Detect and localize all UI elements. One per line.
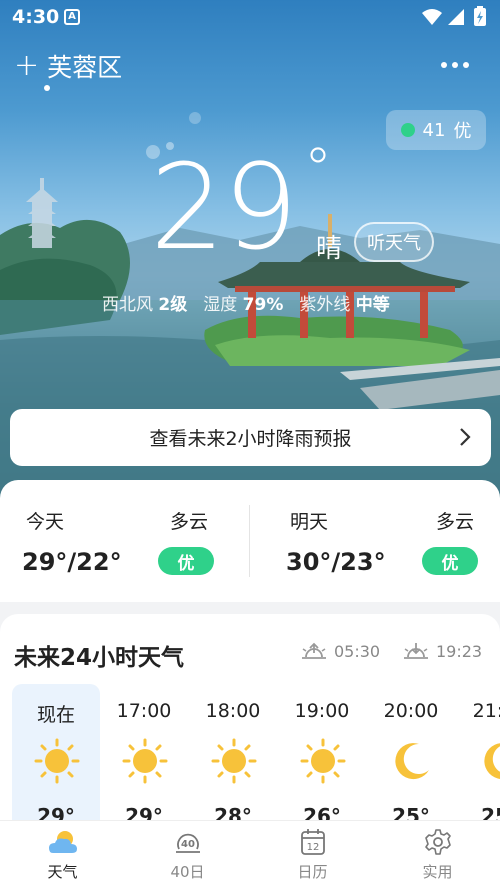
nav-item-calendar[interactable]: 12 日历 (250, 827, 375, 887)
hour-time: 19:00 (294, 700, 350, 722)
forty-day-icon: 40 (175, 833, 200, 853)
svg-text:12: 12 (306, 842, 319, 853)
status-bar: 4:30 A (0, 0, 500, 34)
hour-item[interactable]: 20:00 25° (367, 684, 455, 824)
today-summary[interactable]: 今天 多云 29°/22° 优 (0, 480, 250, 602)
nav-item-tools[interactable]: 实用 (375, 827, 500, 887)
notification-icon: A (64, 9, 80, 25)
sunrise-info: 05:30 (300, 641, 380, 661)
rain-forecast-label: 查看未来2小时降雨预报 (149, 428, 352, 450)
hourly-forecast-section: 未来24小时天气 05:30 19:23 现在 29° 17:00 29° 18… (0, 614, 500, 824)
nav-label: 日历 (297, 863, 328, 881)
wifi-icon (422, 9, 442, 25)
aqi-dot-icon (400, 123, 415, 137)
nav-label: 天气 (47, 863, 78, 881)
page-indicator-dot (44, 85, 50, 91)
battery-icon (474, 6, 486, 26)
hour-time: 20:00 (383, 700, 439, 722)
aqi-badge[interactable]: 41 优 (386, 110, 486, 150)
wind-direction: 西北风 (102, 295, 153, 315)
sunrise-icon (302, 642, 326, 659)
sunset-icon (404, 643, 428, 659)
location-selector[interactable]: + 芙蓉区 (14, 48, 122, 84)
day-name: 今天 (26, 511, 65, 533)
hour-item[interactable]: 21:00 25° (456, 684, 500, 824)
day-temp-range: 29°/22° (22, 548, 122, 576)
nav-item-40-days[interactable]: 40 40日 (125, 827, 250, 887)
svg-text:40: 40 (181, 839, 195, 850)
calendar-icon: 12 (300, 829, 325, 855)
sun-icon (122, 738, 168, 784)
system-status-icons (422, 6, 486, 26)
moon-icon (484, 743, 500, 779)
plus-icon[interactable]: + (14, 51, 39, 81)
hourly-title: 未来24小时天气 (14, 645, 185, 671)
day-weather: 多云 (436, 511, 475, 533)
day-aqi-badge: 优 (158, 547, 214, 575)
sun-icon (211, 738, 257, 784)
hour-item-now[interactable]: 现在 29° (12, 684, 100, 824)
daily-summary-card: 今天 多云 29°/22° 优 明天 多云 30°/23° 优 (0, 480, 500, 602)
listen-weather-button[interactable]: 听天气 (354, 222, 434, 262)
humidity-value: 79% (242, 295, 284, 315)
chevron-right-icon (460, 428, 471, 446)
degree-symbol: ° (304, 137, 332, 202)
current-condition: 晴 (316, 234, 343, 264)
hour-time: 现在 (36, 704, 75, 726)
humidity-label: 湿度 (203, 295, 238, 315)
status-time: 4:30 (12, 6, 60, 28)
hour-time: 18:00 (205, 700, 261, 722)
wind-level: 2级 (158, 295, 188, 315)
bottom-nav: 天气 40 40日 12 日历 实用 (0, 820, 500, 888)
uv-value: 中等 (355, 295, 390, 315)
day-divider (249, 505, 250, 577)
nav-item-weather[interactable]: 天气 (0, 827, 125, 887)
hour-time: 21:00 (472, 700, 500, 722)
hour-item[interactable]: 19:00 26° (278, 684, 366, 824)
hour-item[interactable]: 18:00 28° (189, 684, 277, 824)
moon-icon (395, 743, 429, 780)
hour-time: 17:00 (116, 700, 172, 722)
weather-details: 西北风 2级 湿度 79% 紫外线 中等 (102, 290, 390, 315)
more-dots-icon[interactable] (440, 60, 470, 70)
aqi-level: 优 (453, 121, 472, 142)
sunset-time: 19:23 (436, 641, 483, 661)
day-temp-range: 30°/23° (286, 548, 386, 576)
sunrise-time: 05:30 (334, 641, 381, 661)
tomorrow-summary[interactable]: 明天 多云 30°/23° 优 (250, 480, 500, 602)
rain-forecast-button[interactable]: 查看未来2小时降雨预报 (10, 409, 491, 466)
sun-icon (300, 738, 346, 784)
uv-label: 紫外线 (299, 295, 351, 315)
pagoda (26, 178, 58, 248)
gear-icon (424, 829, 451, 855)
current-temperature: 29 (150, 138, 298, 276)
day-aqi-badge: 优 (422, 547, 478, 575)
aqi-value: 41 (422, 119, 446, 141)
day-weather: 多云 (170, 511, 209, 533)
signal-icon (448, 9, 464, 25)
day-name: 明天 (290, 511, 329, 533)
location-name: 芙蓉区 (47, 53, 123, 82)
sun-icon (34, 738, 80, 784)
hour-item[interactable]: 17:00 29° (100, 684, 188, 824)
nav-label: 40日 (170, 863, 205, 881)
nav-label: 实用 (422, 863, 453, 881)
weather-icon (48, 831, 77, 853)
sunset-info: 19:23 (402, 641, 482, 661)
